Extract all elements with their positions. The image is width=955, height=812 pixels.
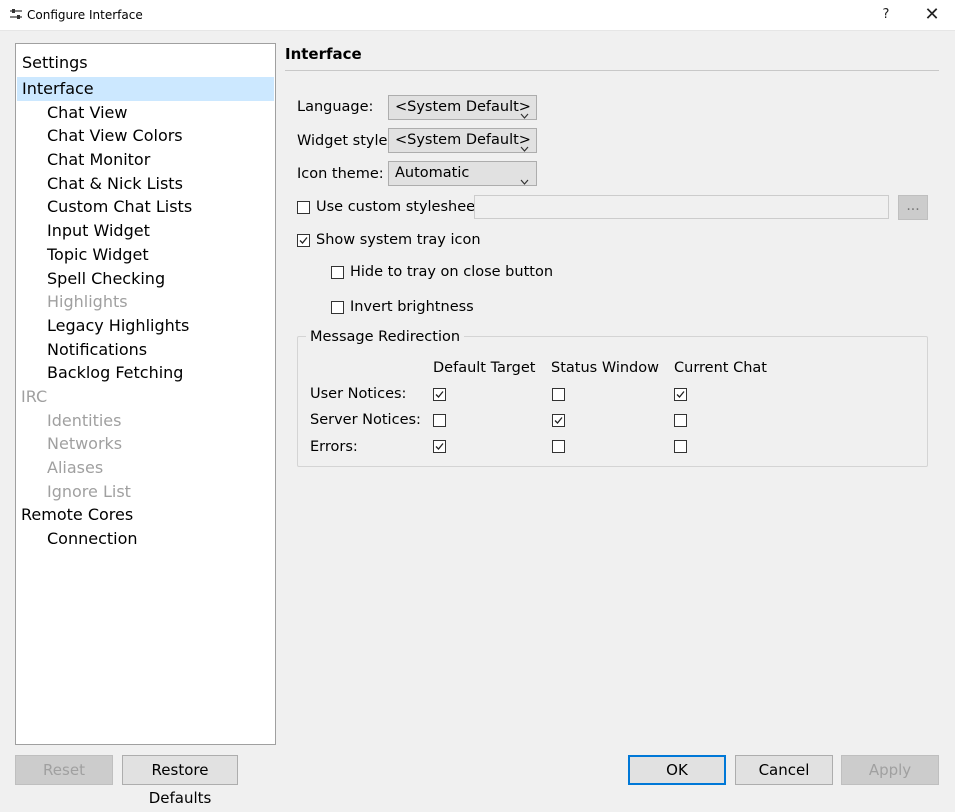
help-button[interactable]: ? xyxy=(872,0,900,30)
tree-item-input-widget[interactable]: Input Widget xyxy=(16,219,275,243)
icon-theme-label: Icon theme: xyxy=(297,166,384,182)
chevron-down-icon xyxy=(520,137,529,152)
cancel-button[interactable]: Cancel xyxy=(735,755,833,785)
tree-item-notifications[interactable]: Notifications xyxy=(16,338,275,362)
invert-brightness-label: Invert brightness xyxy=(350,299,474,315)
reset-button[interactable]: Reset xyxy=(15,755,113,785)
redirect-checkbox[interactable] xyxy=(433,414,446,427)
tree-item-networks[interactable]: Networks xyxy=(16,432,275,456)
redirect-checkbox[interactable] xyxy=(674,388,687,401)
custom-stylesheet-label: Use custom stylesheet xyxy=(316,199,481,215)
redirect-checkbox[interactable] xyxy=(674,414,687,427)
tree-item-chat-nick-lists[interactable]: Chat & Nick Lists xyxy=(16,172,275,196)
icon-theme-combo[interactable]: Automatic xyxy=(388,161,537,186)
restore-defaults-button[interactable]: Restore Defaults xyxy=(122,755,238,807)
tree-item-remote-cores[interactable]: Remote Cores xyxy=(16,503,275,527)
redirect-checkbox[interactable] xyxy=(433,388,446,401)
tree-item-irc[interactable]: IRC xyxy=(16,385,275,409)
tree-header: Settings xyxy=(22,53,88,72)
hide-to-tray-checkbox[interactable] xyxy=(331,266,344,279)
tree-item-spell-checking[interactable]: Spell Checking xyxy=(16,267,275,291)
redirect-checkbox[interactable] xyxy=(552,388,565,401)
chevron-down-icon xyxy=(520,170,529,185)
redirect-checkbox[interactable] xyxy=(552,414,565,427)
widget-style-value: <System Default> xyxy=(395,132,531,148)
window-title: Configure Interface xyxy=(27,8,143,22)
tree-item-chat-monitor[interactable]: Chat Monitor xyxy=(16,148,275,172)
tree-item-interface[interactable]: Interface xyxy=(17,77,274,101)
row-label: Server Notices: xyxy=(310,412,421,428)
tree-item-highlights[interactable]: Highlights xyxy=(16,290,275,314)
browse-button[interactable]: ... xyxy=(898,195,928,220)
stylesheet-path-input[interactable] xyxy=(474,195,889,219)
chevron-down-icon xyxy=(520,104,529,119)
row-label: User Notices: xyxy=(310,386,407,402)
icon-theme-value: Automatic xyxy=(395,165,470,181)
column-header: Status Window xyxy=(551,360,659,376)
tree-item-connection[interactable]: Connection xyxy=(16,527,275,551)
group-title: Message Redirection xyxy=(306,329,465,345)
language-value: <System Default> xyxy=(395,99,531,115)
redirect-checkbox[interactable] xyxy=(552,440,565,453)
redirect-checkbox[interactable] xyxy=(674,440,687,453)
tree-item-topic-widget[interactable]: Topic Widget xyxy=(16,243,275,267)
apply-button[interactable]: Apply xyxy=(841,755,939,785)
settings-sliders-icon xyxy=(9,8,23,20)
hide-to-tray-label: Hide to tray on close button xyxy=(350,264,554,280)
page-title: Interface xyxy=(285,45,362,63)
settings-tree[interactable]: Settings Interface Chat View Chat View Col… xyxy=(15,43,276,745)
widget-style-label: Widget style: xyxy=(297,133,393,149)
title-divider xyxy=(285,70,939,71)
tree-list: Interface Chat View Chat View Colors Chat M… xyxy=(16,77,275,551)
widget-style-combo[interactable]: <System Default> xyxy=(388,128,537,153)
ok-button[interactable]: OK xyxy=(628,755,726,785)
invert-brightness-checkbox[interactable] xyxy=(331,301,344,314)
tree-item-backlog-fetching[interactable]: Backlog Fetching xyxy=(16,361,275,385)
tray-icon-checkbox[interactable] xyxy=(297,234,310,247)
redirect-checkbox[interactable] xyxy=(433,440,446,453)
title-bar: Configure Interface ? ✕ xyxy=(0,0,955,31)
tree-item-aliases[interactable]: Aliases xyxy=(16,456,275,480)
language-label: Language: xyxy=(297,99,374,115)
column-header: Default Target xyxy=(433,360,536,376)
row-label: Errors: xyxy=(310,439,358,455)
language-combo[interactable]: <System Default> xyxy=(388,95,537,120)
tree-item-identities[interactable]: Identities xyxy=(16,409,275,433)
tree-item-ignore-list[interactable]: Ignore List xyxy=(16,480,275,504)
tree-item-chat-view-colors[interactable]: Chat View Colors xyxy=(16,124,275,148)
tree-item-custom-chat-lists[interactable]: Custom Chat Lists xyxy=(16,195,275,219)
close-button[interactable]: ✕ xyxy=(918,0,946,30)
custom-stylesheet-checkbox[interactable] xyxy=(297,201,310,214)
tree-item-legacy-highlights[interactable]: Legacy Highlights xyxy=(16,314,275,338)
tray-icon-label: Show system tray icon xyxy=(316,232,481,248)
column-header: Current Chat xyxy=(674,360,767,376)
tree-item-chat-view[interactable]: Chat View xyxy=(16,101,275,125)
